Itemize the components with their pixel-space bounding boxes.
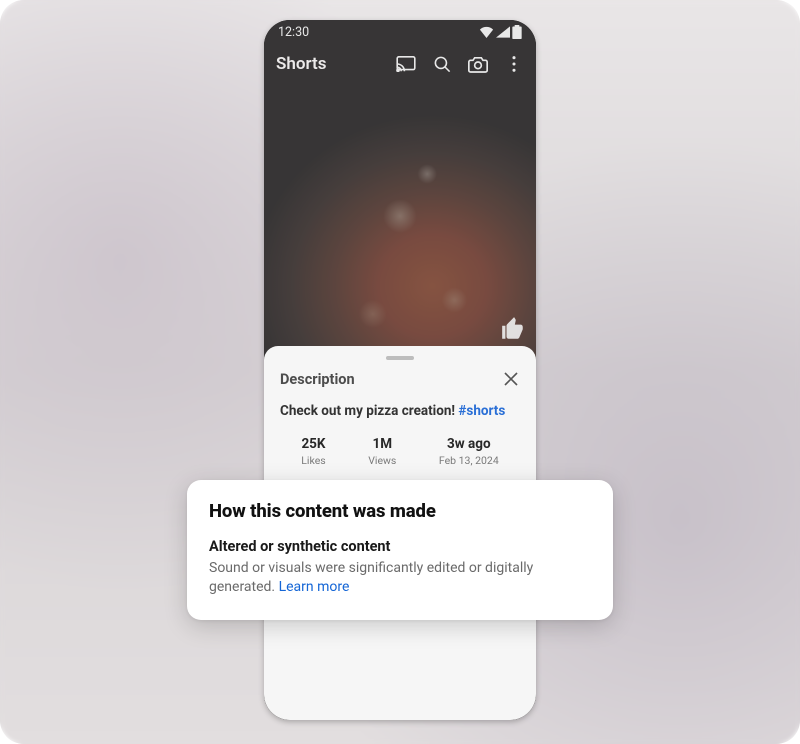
cast-icon[interactable]: [396, 54, 416, 74]
caption-hashtag[interactable]: #shorts: [458, 403, 505, 419]
status-bar: 12:30: [264, 20, 536, 44]
cell-signal-icon: [496, 26, 510, 38]
sheet-title: Description: [280, 371, 355, 388]
stat-label: Likes: [301, 454, 325, 467]
disclosure-card: How this content was made Altered or syn…: [187, 480, 613, 620]
stat-value: 1M: [368, 436, 396, 452]
shorts-title: Shorts: [276, 54, 326, 74]
stats-row: 25K Likes 1M Views 3w ago Feb 13, 2024: [280, 436, 520, 467]
stat-label: Views: [368, 454, 396, 467]
search-icon[interactable]: [432, 54, 452, 74]
stat-value: 25K: [301, 436, 325, 452]
disclosure-heading: How this content was made: [209, 500, 591, 522]
stat-value: 3w ago: [439, 436, 499, 452]
status-time: 12:30: [278, 25, 309, 40]
video-caption: Check out my pizza creation! #shorts: [280, 402, 520, 420]
status-icons: [479, 25, 522, 39]
stat-likes: 25K Likes: [301, 436, 325, 467]
stat-date: 3w ago Feb 13, 2024: [439, 436, 499, 467]
wifi-icon: [479, 26, 494, 38]
drag-handle[interactable]: [386, 356, 414, 360]
disclosure-text: Sound or visuals were significantly edit…: [209, 560, 533, 595]
disclosure-body: Sound or visuals were significantly edit…: [209, 559, 591, 598]
background-canvas: 12:30 Shorts: [0, 0, 800, 744]
caption-text: Check out my pizza creation!: [280, 403, 458, 419]
battery-icon: [512, 25, 522, 39]
disclosure-subheading: Altered or synthetic content: [209, 538, 591, 555]
camera-icon[interactable]: [468, 54, 488, 74]
more-vertical-icon[interactable]: [504, 54, 524, 74]
shorts-header: Shorts: [264, 44, 536, 84]
like-icon[interactable]: [500, 316, 526, 346]
stat-views: 1M Views: [368, 436, 396, 467]
learn-more-link[interactable]: Learn more: [279, 579, 350, 595]
stat-label: Feb 13, 2024: [439, 454, 499, 467]
close-icon[interactable]: [502, 370, 520, 388]
